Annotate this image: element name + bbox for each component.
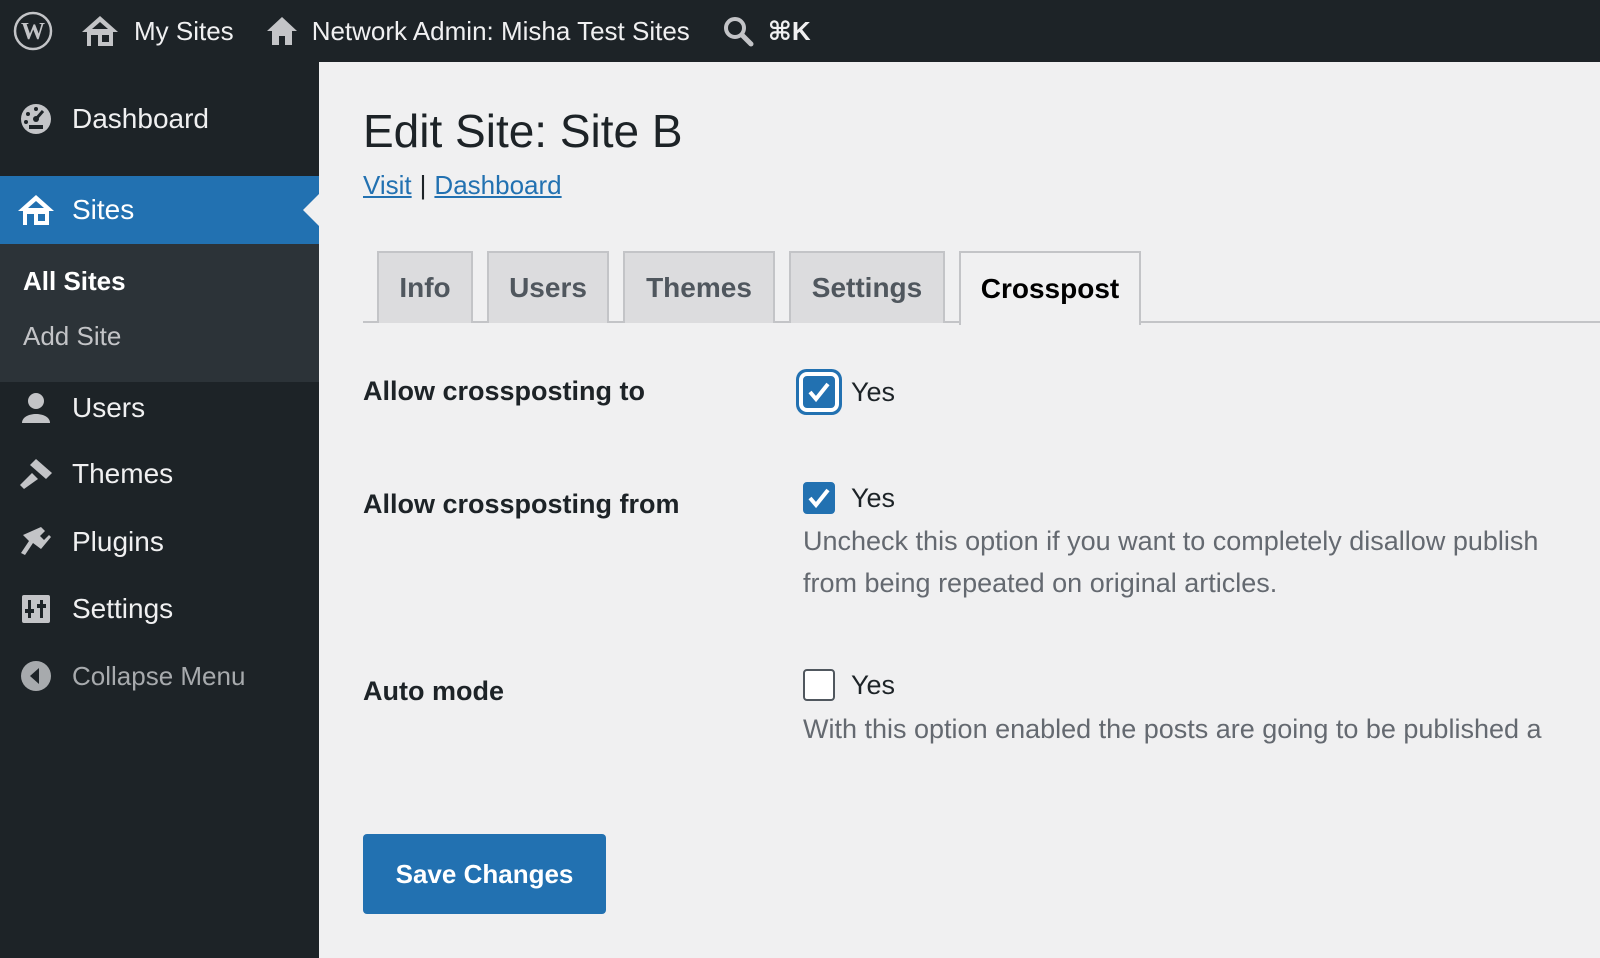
plugins-icon — [21, 527, 51, 555]
sidebar-item-themes[interactable]: Themes — [0, 444, 319, 504]
tab-crosspost[interactable]: Crosspost — [959, 251, 1141, 325]
sidebar-item-label: Plugins — [72, 526, 164, 557]
tab-info[interactable]: Info — [377, 251, 473, 323]
allow-crossposting-to-option: Yes — [851, 377, 896, 407]
site-links: Visit | Dashboard — [363, 170, 562, 201]
sidebar-item-sites[interactable]: Sites — [0, 176, 319, 244]
allow-crossposting-from-description-line-2: from being repeated on original articles… — [803, 568, 1278, 598]
dashboard-link[interactable]: Dashboard — [434, 170, 561, 200]
search-icon — [723, 17, 754, 47]
users-icon — [22, 393, 50, 423]
page-title: Edit Site: Site B — [363, 105, 683, 157]
sidebar-item-dashboard[interactable]: Dashboard — [0, 86, 319, 152]
wordpress-logo-icon: W — [13, 11, 53, 51]
my-sites-menu[interactable]: My Sites — [66, 0, 252, 62]
visit-link[interactable]: Visit — [363, 170, 412, 200]
allow-crossposting-from-label: Allow crossposting from — [363, 489, 680, 519]
wordpress-logo-button[interactable]: W — [0, 0, 66, 62]
allow-crossposting-to-checkbox[interactable] — [803, 376, 835, 408]
auto-mode-description: With this option enabled the posts are g… — [803, 714, 1542, 744]
network-admin-menu[interactable]: Network Admin: Misha Test Sites — [252, 0, 708, 62]
admin-bar: W My Sites Network Admin: Misha Test Sit… — [0, 0, 1600, 62]
sidebar-item-label: Dashboard — [72, 103, 209, 134]
sidebar-item-users[interactable]: Users — [0, 378, 319, 438]
shortcut-label: ⌘K — [767, 15, 811, 46]
sidebar-item-plugins[interactable]: Plugins — [0, 512, 319, 572]
auto-mode-checkbox[interactable] — [803, 669, 835, 701]
allow-crossposting-from-checkbox[interactable] — [803, 482, 835, 514]
submenu-all-sites[interactable]: All Sites — [23, 266, 126, 297]
collapse-menu-label: Collapse Menu — [72, 660, 246, 691]
save-changes-button[interactable]: Save Changes — [363, 834, 606, 914]
tab-users[interactable]: Users — [487, 251, 609, 323]
link-separator: | — [419, 170, 427, 200]
collapse-menu-button[interactable]: Collapse Menu — [0, 646, 319, 706]
collapse-icon — [21, 661, 51, 691]
svg-text:W: W — [21, 19, 45, 45]
submenu-add-site[interactable]: Add Site — [23, 321, 121, 352]
themes-icon — [20, 459, 52, 489]
sidebar-item-label: Sites — [72, 194, 135, 225]
tab-settings[interactable]: Settings — [789, 251, 945, 323]
site-tabs: Info Users Themes Settings Crosspost — [363, 251, 1600, 325]
allow-crossposting-from-option: Yes — [851, 483, 896, 513]
allow-crossposting-from-description-line-1: Uncheck this option if you want to compl… — [803, 526, 1539, 556]
sites-submenu: All Sites Add Site — [0, 244, 319, 382]
my-sites-label: My Sites — [134, 15, 234, 46]
my-sites-icon — [82, 16, 118, 46]
checkmark-icon — [808, 382, 830, 403]
network-admin-label: Network Admin: Misha Test Sites — [311, 15, 690, 46]
auto-mode-option: Yes — [851, 670, 896, 700]
sidebar-item-label: Themes — [72, 458, 174, 489]
sidebar-item-settings[interactable]: Settings — [0, 578, 319, 640]
admin-sidebar: Dashboard Sites All Sites Add Site Users — [0, 62, 319, 958]
dashboard-icon — [21, 104, 51, 134]
sidebar-item-label: Settings — [72, 593, 174, 624]
allow-crossposting-to-label: Allow crossposting to — [363, 376, 646, 406]
auto-mode-label: Auto mode — [363, 676, 504, 706]
checkmark-icon — [808, 488, 830, 509]
tab-themes[interactable]: Themes — [623, 251, 775, 323]
settings-icon — [22, 595, 50, 623]
main-content: Edit Site: Site B Visit | Dashboard Info U… — [319, 62, 1600, 958]
home-icon — [266, 17, 297, 45]
command-search-button[interactable]: ⌘K — [708, 0, 825, 62]
sidebar-item-label: Users — [72, 392, 146, 423]
sites-icon — [18, 195, 54, 225]
